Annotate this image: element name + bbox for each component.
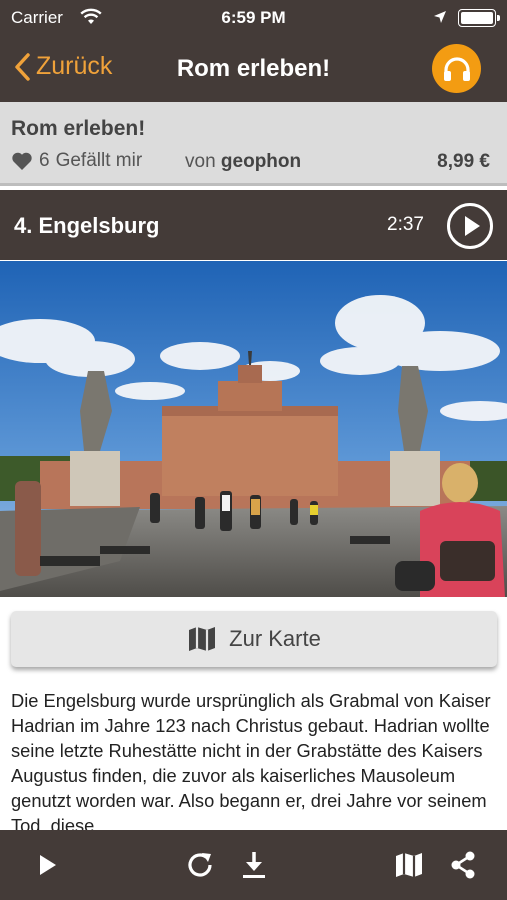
tour-info-panel: Rom erleben! 6 Gefällt mir von geophon 8… xyxy=(0,102,507,186)
play-circle-icon[interactable] xyxy=(446,202,494,250)
map-button-label: Zur Karte xyxy=(229,626,321,651)
map-button[interactable]: Zur Karte xyxy=(11,611,497,667)
author-prefix: von xyxy=(185,151,216,172)
clock: 6:59 PM xyxy=(221,8,286,27)
reload-icon xyxy=(188,853,212,877)
audio-button[interactable] xyxy=(432,44,481,93)
author-line: von geophon xyxy=(185,151,301,173)
heart-icon xyxy=(12,152,32,170)
map-icon xyxy=(396,853,422,877)
battery-icon xyxy=(458,9,500,27)
chapter-description: Die Engelsburg wurde ursprünglich als Gr… xyxy=(11,690,491,830)
chapter-photo xyxy=(0,261,507,597)
location-arrow-icon xyxy=(433,10,447,29)
status-bar: Carrier 6:59 PM xyxy=(0,0,507,36)
likes-count: 6 xyxy=(39,150,50,171)
likes-label: Gefällt mir xyxy=(55,150,143,171)
navigation-bar: Zurück Rom erleben! xyxy=(0,36,507,102)
author-name[interactable]: geophon xyxy=(221,151,301,172)
chapter-header: 4. Engelsburg 2:37 xyxy=(0,190,507,260)
page-title: Rom erleben! xyxy=(176,55,331,82)
share-button[interactable] xyxy=(446,848,480,882)
chapter-duration: 2:37 xyxy=(387,214,424,235)
download-icon xyxy=(243,852,265,878)
likes-button[interactable]: 6 Gefällt mir xyxy=(11,150,142,172)
play-icon xyxy=(40,855,56,875)
play-button[interactable] xyxy=(30,848,64,882)
headphones-icon xyxy=(443,56,470,81)
price-label: 8,99 € xyxy=(437,151,490,172)
reload-button[interactable] xyxy=(183,848,217,882)
map-view-button[interactable] xyxy=(392,848,426,882)
download-button[interactable] xyxy=(237,848,271,882)
map-icon xyxy=(189,627,216,651)
bottom-toolbar xyxy=(0,830,507,900)
chapter-title: 4. Engelsburg xyxy=(14,213,160,238)
tour-title: Rom erleben! xyxy=(11,117,146,140)
share-icon xyxy=(451,851,475,879)
